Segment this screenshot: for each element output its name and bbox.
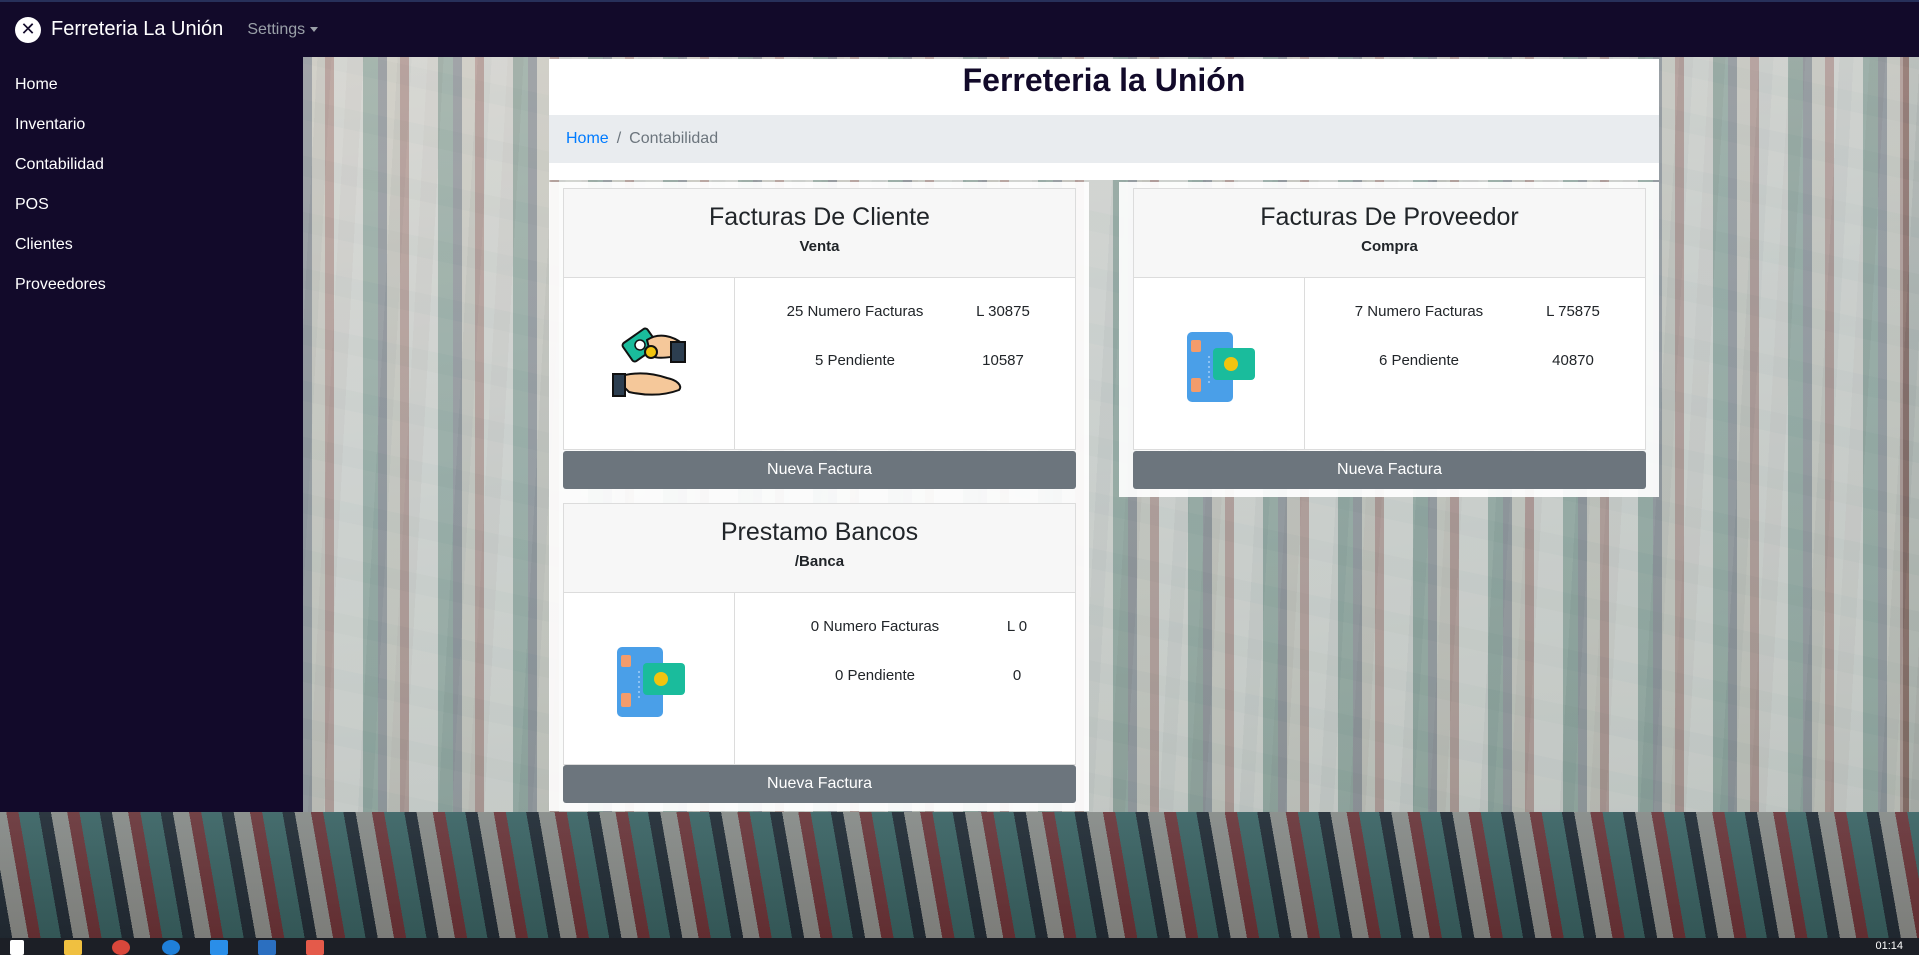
card-facturas-proveedor: Facturas De Proveedor Compra 7 Numero Fa… [1133,188,1646,450]
sidebar-item-pos[interactable]: POS [0,185,303,225]
top-navbar: ✕ Ferreteria La Unión Settings [0,0,1919,57]
card-subtitle: Compra [1361,238,1418,255]
breadcrumb-separator: / [616,130,622,147]
hand-money-icon [612,327,686,397]
stat-row-pendiente: 6 Pendiente 40870 [1305,352,1645,372]
count-label: 7 Numero Facturas [1354,303,1484,320]
card-image [564,278,735,449]
caret-down-icon [310,27,319,32]
card-title: Facturas De Proveedor [1260,203,1519,231]
credit-card-icon [1187,331,1255,402]
card-subtitle: Venta [799,238,840,255]
edge-icon[interactable] [162,940,180,955]
stat-row-pendiente: 0 Pendiente 0 [735,667,1075,687]
pending-value: 10587 [982,352,1024,369]
card-stats: 25 Numero Facturas L 30875 5 Pendiente 1… [735,278,1075,449]
word-icon[interactable] [258,940,276,955]
card-facturas-cliente: Facturas De Cliente Venta 25 Numero Fact… [563,188,1076,450]
breadcrumb-home-link[interactable]: Home [566,130,609,148]
card-stats: 0 Numero Facturas L 0 0 Pendiente 0 [735,593,1075,764]
count-label: 0 Numero Facturas [810,618,940,635]
vscode-icon[interactable] [210,940,228,955]
breadcrumb: Home / Contabilidad [549,115,1659,163]
sidebar: Home Inventario Contabilidad POS Cliente… [0,57,303,812]
nueva-factura-prestamo-button[interactable]: Nueva Factura [563,765,1076,803]
sidebar-item-home[interactable]: Home [0,65,303,105]
stat-row-pendiente: 5 Pendiente 10587 [735,352,1075,372]
pending-value: 40870 [1552,352,1594,369]
brand-logo-icon: ✕ [15,16,41,43]
git-icon[interactable] [306,940,324,955]
settings-dropdown[interactable]: Settings [247,20,319,39]
chrome-icon[interactable] [112,940,130,955]
pending-label: 0 Pendiente [834,667,916,684]
card-title: Facturas De Cliente [709,203,930,231]
sidebar-item-clientes[interactable]: Clientes [0,225,303,265]
card-image [1134,278,1305,449]
stat-row-facturas: 7 Numero Facturas L 75875 [1305,303,1645,323]
brand-name: Ferreteria La Unión [51,18,224,40]
stat-row-facturas: 25 Numero Facturas L 30875 [735,303,1075,323]
brand[interactable]: ✕ Ferreteria La Unión [15,16,224,43]
nueva-factura-proveedor-button[interactable]: Nueva Factura [1133,451,1646,489]
card-header: Prestamo Bancos /Banca [564,504,1075,593]
count-value: L 30875 [976,303,1030,320]
card-subtitle: /Banca [794,553,845,570]
card-header: Facturas De Proveedor Compra [1134,189,1645,278]
pending-label: 6 Pendiente [1378,352,1460,369]
settings-label: Settings [247,20,306,38]
card-stats: 7 Numero Facturas L 75875 6 Pendiente 40… [1305,278,1645,449]
count-value: L 0 [1006,618,1028,635]
header-card: Ferreteria la Unión Home / Contabilidad [549,59,1659,180]
sidebar-item-inventario[interactable]: Inventario [0,105,303,145]
count-label: 25 Numero Facturas [786,303,924,320]
count-value: L 75875 [1546,303,1600,320]
sidebar-item-proveedores[interactable]: Proveedores [0,265,303,305]
os-taskbar: 01:14 [0,938,1919,955]
card-prestamo-bancos: Prestamo Bancos /Banca 0 Numero Facturas… [563,503,1076,765]
page-title: Ferreteria la Unión [962,62,1246,98]
credit-card-icon [617,646,685,717]
sidebar-item-contabilidad[interactable]: Contabilidad [0,145,303,185]
card-title: Prestamo Bancos [720,518,919,546]
file-explorer-icon[interactable] [64,940,82,955]
card-header: Facturas De Cliente Venta [564,189,1075,278]
card-image [564,593,735,764]
windows-start-icon[interactable] [10,940,24,955]
background-photo-bottom [0,812,1919,938]
breadcrumb-current: Contabilidad [629,130,719,147]
stat-row-facturas: 0 Numero Facturas L 0 [735,618,1075,638]
nueva-factura-cliente-button[interactable]: Nueva Factura [563,451,1076,489]
pending-value: 0 [1012,667,1022,684]
pending-label: 5 Pendiente [814,352,896,369]
taskbar-clock: 01:14 [1875,940,1903,952]
